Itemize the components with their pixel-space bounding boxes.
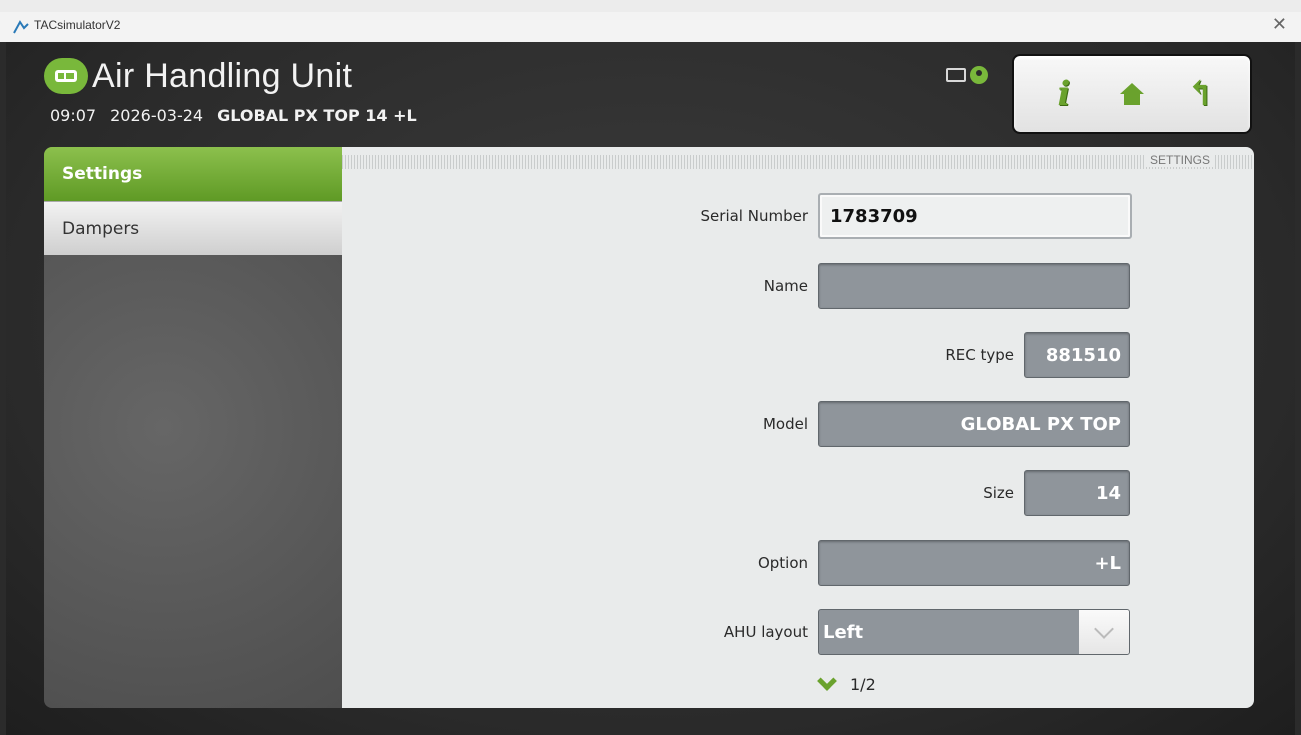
info-icon: i [1057, 74, 1071, 114]
name-label: Name [763, 277, 808, 295]
size-row: Size 14 [983, 470, 1130, 516]
ahu-logo-icon [44, 58, 88, 94]
user-icon [970, 66, 988, 84]
size-field: 14 [1024, 470, 1130, 516]
sidebar-item-label: Dampers [62, 218, 140, 239]
serial-number-label: Serial Number [700, 207, 808, 225]
window-title: TACsimulatorV2 [34, 18, 121, 32]
date-display: 2026-03-24 [110, 106, 204, 125]
model-field: GLOBAL PX TOP [818, 401, 1130, 447]
option-row: Option +L [758, 540, 1130, 586]
serial-number-row: Serial Number 1783709 [701, 193, 1132, 239]
close-icon[interactable]: ✕ [1272, 14, 1287, 35]
option-field: +L [818, 540, 1130, 586]
model-label: Model [762, 415, 808, 433]
page-next-button[interactable]: 1/2 [817, 670, 876, 694]
option-label: Option [757, 554, 808, 572]
chevron-down-icon[interactable] [1079, 610, 1129, 654]
window-titlebar: TACsimulatorV2 ✕ [0, 0, 1301, 42]
device-name: GLOBAL PX TOP 14 +L [217, 106, 417, 125]
app-surface: Air Handling Unit 09:07 2026-03-24 GLOBA… [6, 42, 1295, 735]
serial-number-field[interactable]: 1783709 [818, 193, 1132, 239]
app-logo-icon [13, 20, 29, 34]
info-button[interactable]: i [1042, 72, 1086, 116]
rec-type-field: 881510 [1024, 332, 1130, 378]
status-icons [946, 66, 988, 84]
home-button[interactable] [1110, 72, 1154, 116]
rec-type-label: REC type [945, 346, 1014, 364]
name-field[interactable] [818, 263, 1130, 309]
name-row: Name [764, 263, 1130, 309]
size-label: Size [983, 484, 1014, 502]
panel-header-label: SETTINGS [1145, 153, 1214, 167]
network-icon [946, 68, 966, 82]
panel-header: SETTINGS [342, 153, 1254, 169]
sidebar-item-label: Settings [62, 164, 143, 184]
page-indicator: 1/2 [850, 675, 876, 694]
home-icon [1120, 83, 1144, 105]
time-display: 09:07 [50, 106, 97, 125]
settings-panel: SETTINGS Serial Number 1783709 Name REC … [342, 147, 1254, 708]
page-title: Air Handling Unit [92, 56, 353, 95]
sidebar-item-settings[interactable]: Settings [44, 147, 342, 201]
ahu-layout-value: Left [823, 621, 864, 643]
rec-type-row: REC type 881510 [945, 332, 1130, 378]
subheader: 09:07 2026-03-24 GLOBAL PX TOP 14 +L [50, 106, 417, 125]
chevron-down-icon [817, 670, 837, 691]
ahu-layout-select[interactable]: Left [818, 609, 1130, 655]
header: Air Handling Unit [44, 54, 352, 98]
ahu-layout-row: AHU layout Left [724, 609, 1130, 655]
model-row: Model GLOBAL PX TOP [763, 401, 1130, 447]
back-button[interactable]: ↰ [1178, 72, 1222, 116]
nav-box: i ↰ [1012, 54, 1252, 134]
ahu-layout-label: AHU layout [723, 623, 808, 641]
sidebar-item-dampers[interactable]: Dampers [44, 201, 342, 255]
return-icon: ↰ [1185, 74, 1215, 114]
sidebar: Settings Dampers [44, 147, 342, 708]
